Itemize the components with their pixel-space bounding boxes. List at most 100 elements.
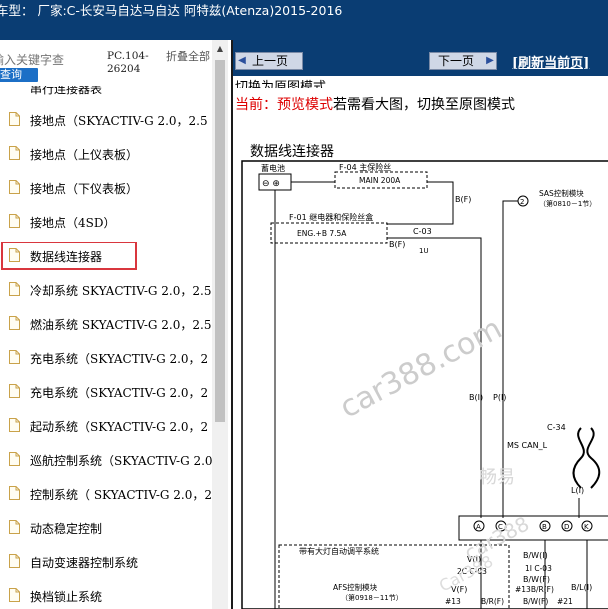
li-label: L(I): [571, 486, 584, 495]
f04-label: F-04 主保险丝: [339, 162, 391, 172]
main200a-label: MAIN 200A: [359, 176, 401, 185]
tree-item[interactable]: 起动系统（SKYACTIV-G 2.0，2: [0, 412, 212, 440]
tree-item-label: 接地点（上仪表板）: [30, 148, 139, 162]
tree-item-label: 充电系统（SKYACTIV-G 2.0，2: [30, 352, 209, 366]
tree-item[interactable]: 充电系统（SKYACTIV-G 2.0，2: [0, 344, 212, 372]
tree-item[interactable]: 换档锁止系统: [0, 582, 212, 609]
u1-label: 1U: [419, 247, 429, 255]
document-icon: [9, 214, 20, 228]
afs-ref: （第0918－11节）: [341, 593, 403, 602]
prev-page-button[interactable]: ◀ 上一页: [235, 52, 303, 70]
tree-item-partial[interactable]: 串行连接器表: [0, 86, 212, 108]
document-icon: [9, 112, 20, 126]
tree-item-label: 数据线连接器: [30, 250, 103, 264]
watermark-2: 畅易: [479, 467, 515, 488]
sidebar-scrollbar[interactable]: ▲: [212, 40, 228, 609]
document-icon: [9, 418, 20, 432]
document-icon: [9, 520, 20, 534]
tree-item[interactable]: 充电系统（SKYACTIV-G 2.0，2: [0, 378, 212, 406]
n21-label: #21: [557, 597, 573, 606]
tree-item[interactable]: 接地点（4SD）: [0, 208, 212, 236]
bli-label: B/L(I): [571, 583, 592, 592]
search-input[interactable]: [0, 52, 92, 68]
next-page-button[interactable]: 下一页 ▶: [429, 52, 497, 70]
tree-item[interactable]: 接地点（上仪表板）: [0, 140, 212, 168]
pin-a-label: A: [476, 523, 481, 531]
bwf2-label: B/W(F): [523, 597, 548, 606]
f01-feed-wire: [387, 218, 454, 225]
bf1-label: B(F): [455, 195, 471, 204]
twisted-pair-2: [586, 427, 601, 489]
viewer-pane: ◀ 上一页 下一页 ▶ [刷新当前页] 切换为原图模式 当前：预览模式若需看大图…: [228, 40, 608, 609]
tree-item-label: 接地点（下仪表板）: [30, 182, 139, 196]
prev-page-label: 上一页: [252, 54, 289, 68]
scroll-up-icon[interactable]: ▲: [212, 44, 228, 56]
viewer-navbar: ◀ 上一页 下一页 ▶ [刷新当前页]: [233, 40, 608, 76]
document-icon: [9, 282, 20, 296]
headlight-label: 带有大灯自动调平系统: [299, 546, 379, 556]
battery-label: 蓄电池: [261, 163, 285, 173]
sas-wire: [502, 200, 518, 348]
title-bar: 车型： 厂家:C-长安马自达马自达 阿特兹(Atenza)2015-2016: [0, 0, 608, 40]
n13br-label: #13B/R(F): [515, 585, 554, 594]
document-icon: [9, 350, 20, 364]
sas-pin-num: 2: [520, 198, 524, 206]
tree-item[interactable]: 控制系统（ SKYACTIV-G 2.0，2: [0, 480, 212, 508]
switch-mode-link[interactable]: 切换为原图模式: [235, 76, 326, 88]
document-icon: [9, 146, 20, 160]
document-icon: [9, 486, 20, 500]
tree-item[interactable]: 接地点（SKYACTIV-G 2.0，2.5: [0, 106, 212, 134]
eng-label: ENG.+B 7.5A: [297, 229, 347, 238]
document-icon: [9, 452, 20, 466]
pc-code: PC.104-26204: [107, 50, 149, 75]
afs-label: AFS控制模块: [333, 582, 378, 592]
tree-item-label: 巡航控制系统（SKYACTIV-G 2.0: [30, 454, 212, 468]
tree-item-label: 自动变速器控制系统: [30, 556, 139, 570]
document-icon: [9, 316, 20, 330]
bwi-label: B/W(I): [523, 551, 548, 560]
current-mode-label: 当前：预览模式: [235, 97, 333, 113]
n13-label: #13: [445, 597, 461, 606]
battery-terminals: ⊖ ⊕: [262, 179, 280, 189]
tree-item[interactable]: 燃油系统 SKYACTIV-G 2.0，2.5: [0, 310, 212, 338]
tree-item[interactable]: 动态稳定控制: [0, 514, 212, 542]
tree-item-label: 接地点（4SD）: [30, 216, 116, 230]
pin-b-label: B: [542, 523, 547, 531]
tree-item-label: 燃油系统 SKYACTIV-G 2.0，2.5: [30, 318, 212, 332]
tree-item-label: 换档锁止系统: [30, 590, 103, 604]
tree-item-label: 冷却系统 SKYACTIV-G 2.0，2.5: [30, 284, 212, 298]
wiring-diagram: 蓄电池 ⊖ ⊕ F-04 主保险丝 MAIN 200A B(F) F-01 继电…: [241, 160, 608, 609]
title-bar-text: 车型： 厂家:C-长安马自达马自达 阿特兹(Atenza)2015-2016: [0, 3, 343, 18]
next-page-label: 下一页: [438, 54, 475, 68]
viewer-frame: ◀ 上一页 下一页 ▶ [刷新当前页] 切换为原图模式 当前：预览模式若需看大图…: [231, 40, 608, 609]
document-icon: [9, 248, 20, 262]
tree-item-label: 动态稳定控制: [30, 522, 103, 536]
scroll-thumb[interactable]: [215, 60, 225, 422]
refresh-page-link[interactable]: [刷新当前页]: [512, 52, 589, 71]
sidebar: 查询 PC.104-26204 折叠全部 串行连接器表 接地点（SKYACTIV…: [0, 40, 228, 609]
sas-label: SAS控制模块: [539, 188, 584, 198]
c03-label: C-03: [413, 227, 432, 236]
tree-item[interactable]: 冷却系统 SKYACTIV-G 2.0，2.5: [0, 276, 212, 304]
sas-ref: （第0810－1节）: [539, 199, 596, 208]
tree-item[interactable]: 巡航控制系统（SKYACTIV-G 2.0: [0, 446, 212, 474]
arrow-left-icon: ◀: [238, 55, 246, 66]
document-icon: [9, 588, 20, 602]
current-mode-hint: 若需看大图，切换至原图模式: [333, 97, 515, 113]
arrow-right-icon: ▶: [486, 55, 494, 66]
f01-label: F-01 继电器和保险丝盒: [289, 212, 373, 222]
brf-label: B/R(F): [481, 597, 504, 606]
c34-label: C-34: [547, 423, 566, 432]
bf2-label: B(F): [389, 240, 405, 249]
tree-item-selected[interactable]: 数据线连接器: [0, 242, 212, 270]
tree-item[interactable]: 自动变速器控制系统: [0, 548, 212, 576]
tree-list: 串行连接器表 接地点（SKYACTIV-G 2.0，2.5 接地点（上仪表板） 接地…: [0, 86, 212, 609]
pin-d-label: D: [564, 523, 569, 531]
query-button[interactable]: 查询: [0, 68, 38, 82]
pi-label: P(I): [493, 393, 506, 402]
tree-item-label: 串行连接器表: [30, 86, 103, 96]
collapse-all-link[interactable]: 折叠全部: [166, 50, 210, 63]
tree-item[interactable]: 接地点（下仪表板）: [0, 174, 212, 202]
current-mode-line: 当前：预览模式若需看大图，切换至原图模式: [235, 94, 515, 114]
ic03-label: 1I C-03: [525, 564, 552, 573]
